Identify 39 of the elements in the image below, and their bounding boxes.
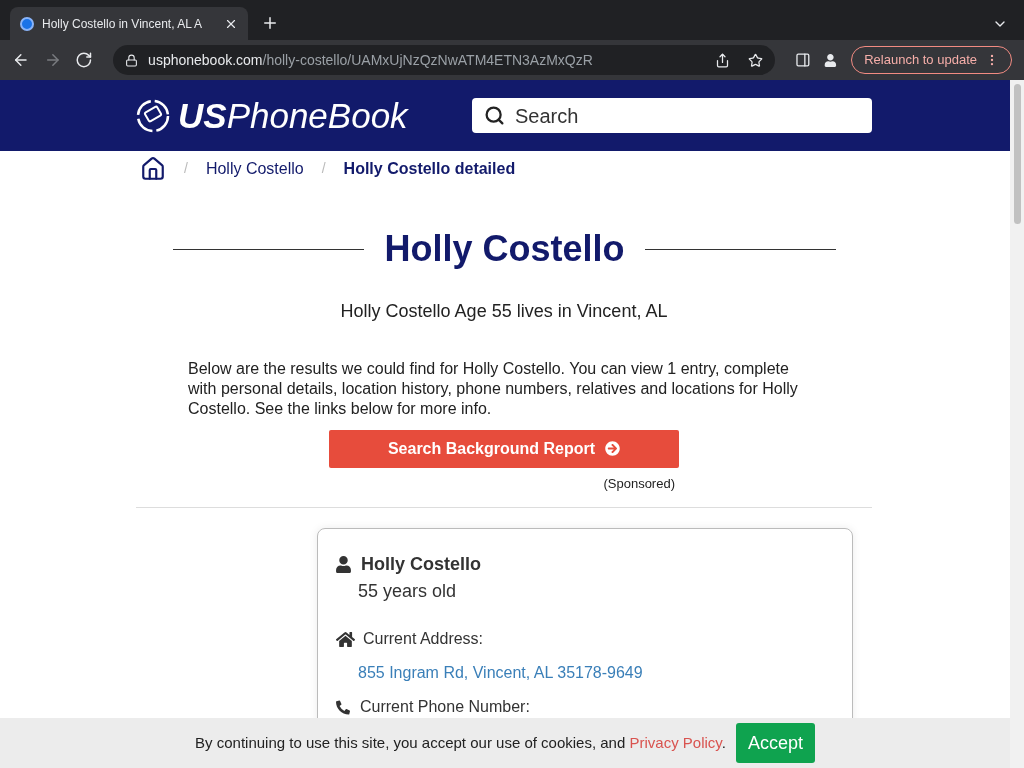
search-input[interactable]: Search xyxy=(515,100,860,131)
share-icon[interactable] xyxy=(714,52,730,68)
breadcrumb-separator: / xyxy=(321,159,326,179)
house-icon xyxy=(336,630,355,648)
logo-text: USPhoneBook xyxy=(178,98,408,134)
browser-tab[interactable]: Holly Costello in Vincent, AL A xyxy=(10,7,248,40)
breadcrumb-link[interactable]: Holly Costello detailed xyxy=(343,156,516,181)
person-icon xyxy=(336,556,351,574)
breadcrumb-separator: / xyxy=(184,159,188,179)
url-text: usphonebook.com/holly-costello/UAMxUjNzQzNwATM4ETN3AzMxQzR xyxy=(148,50,594,70)
subtitle: Holly Costello Age 55 lives in Vincent, AL xyxy=(339,300,669,324)
lock-icon xyxy=(125,53,139,67)
address-link[interactable]: 855 Ingram Rd, Vincent, AL 35178-9649 xyxy=(358,661,834,686)
reload-icon[interactable] xyxy=(75,51,94,69)
tab-title: Holly Costello in Vincent, AL A xyxy=(42,15,204,33)
search-icon xyxy=(484,105,505,127)
cookie-notice: By continuing to use this site, you accept our use of cookies, and Privacy Policy. xyxy=(195,732,726,753)
person-age: 55 years old xyxy=(358,580,458,604)
person-name: Holly Costello xyxy=(361,553,481,577)
page-title: Holly Costello xyxy=(384,227,625,272)
back-icon[interactable] xyxy=(12,51,30,69)
arrow-icon xyxy=(605,441,621,457)
background-report-button[interactable]: Search Background Report xyxy=(329,430,679,468)
phone-label: Current Phone Number: xyxy=(360,697,530,718)
star-icon[interactable] xyxy=(747,52,763,68)
side-panel-icon[interactable] xyxy=(794,52,811,68)
new-tab-icon[interactable] xyxy=(261,14,279,32)
search-field[interactable]: Search xyxy=(472,98,872,134)
privacy-policy-link[interactable]: Privacy Policy xyxy=(629,733,722,751)
logo-icon xyxy=(136,98,170,133)
sponsored-note: (Sponsored) xyxy=(602,474,675,493)
scrollbar[interactable] xyxy=(1010,80,1024,768)
phone-icon xyxy=(336,699,350,715)
intro-paragraph: Below are the results we could find for Holly Costello. You can view 1 entry, complete with personal details, location history, phone numbers, relatives and locations for Holly Costello. See the links below for more info. xyxy=(188,359,799,420)
address-label: Current Address: xyxy=(363,629,484,650)
breadcrumb-link[interactable]: Holly Costello xyxy=(205,156,304,181)
address-bar[interactable]: usphonebook.com/holly-costello/UAMxUjNzQzNwATM4ETN3AzMxQzR xyxy=(113,45,775,75)
home-icon[interactable] xyxy=(140,155,166,182)
profile-icon[interactable] xyxy=(824,53,838,67)
